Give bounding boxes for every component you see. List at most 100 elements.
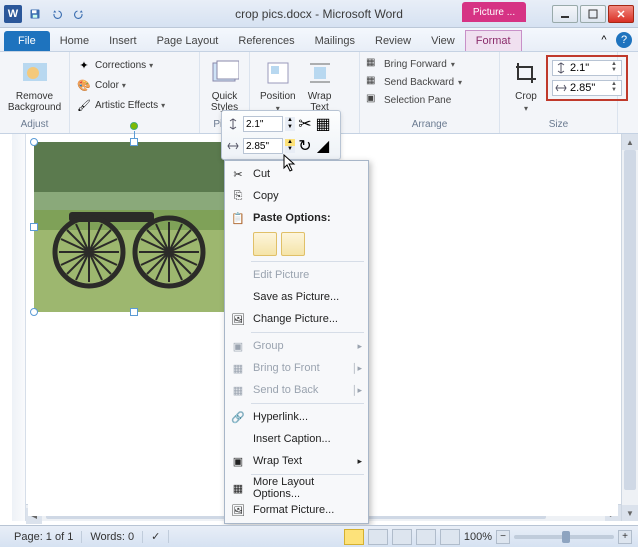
paste-icon: 📋 <box>229 209 247 227</box>
quick-styles-button[interactable]: Quick Styles <box>206 55 243 115</box>
ctx-edit-picture: Edit Picture <box>225 264 368 286</box>
group-icon: ▣ <box>229 337 247 355</box>
ribbon-tabs: File Home Insert Page Layout References … <box>0 28 638 52</box>
width-spinner[interactable]: ▲▼ <box>609 82 619 94</box>
save-icon[interactable] <box>26 5 44 23</box>
size-box: ▲▼ ▲▼ <box>546 55 628 101</box>
file-tab[interactable]: File <box>4 31 50 51</box>
height-input[interactable] <box>570 62 606 74</box>
handle-ml[interactable] <box>30 223 38 231</box>
ctx-group: ▣Group▸ <box>225 335 368 357</box>
ctx-wrap-text[interactable]: ▣Wrap Text▸ <box>225 450 368 472</box>
mini-width-icon <box>225 138 241 154</box>
ctx-more-layout[interactable]: ▦More Layout Options... <box>225 477 368 499</box>
mini-height-spinner[interactable]: ▲▼ <box>285 117 295 131</box>
mini-style-icon[interactable]: ◢ <box>315 138 331 154</box>
width-input[interactable] <box>570 82 606 94</box>
group-label-adjust: Adjust <box>0 119 69 130</box>
ctx-send-back: ▦Send to Back│▸ <box>225 379 368 401</box>
artistic-icon: 🖌 <box>76 97 92 113</box>
tab-insert[interactable]: Insert <box>99 31 147 51</box>
height-spinner[interactable]: ▲▼ <box>609 62 619 74</box>
ctx-hyperlink[interactable]: 🔗Hyperlink... <box>225 406 368 428</box>
ctx-format-picture[interactable]: 🖼Format Picture... <box>225 499 368 521</box>
bring-front-icon: ▦ <box>229 359 247 377</box>
view-full-screen[interactable] <box>368 529 388 545</box>
color-icon: 🎨 <box>76 77 92 93</box>
mini-height-icon <box>225 116 241 132</box>
tab-view[interactable]: View <box>421 31 465 51</box>
selected-picture[interactable] <box>34 142 234 312</box>
artistic-effects-button[interactable]: Artistic Effects <box>95 100 158 111</box>
crop-button[interactable]: Crop▾ <box>506 55 546 115</box>
zoom-slider[interactable] <box>514 535 614 539</box>
mini-toolbar: ▲▼ ✂ ▦ ▲▼ ↻ ◢ <box>221 110 341 160</box>
paste-option-2[interactable] <box>281 232 305 256</box>
tab-review[interactable]: Review <box>365 31 421 51</box>
group-label-arrange: Arrange <box>360 119 499 130</box>
bring-forward-button[interactable]: ▦Bring Forward▾ <box>366 55 493 73</box>
mini-width-spinner[interactable]: ▲▼ <box>285 139 295 153</box>
minimize-ribbon-icon[interactable]: ^ <box>596 32 612 48</box>
mini-height-input[interactable] <box>243 116 283 132</box>
mini-width-input[interactable] <box>243 138 283 154</box>
width-input-row[interactable]: ▲▼ <box>552 80 622 96</box>
vertical-ruler <box>12 134 26 521</box>
paste-option-1[interactable] <box>253 232 277 256</box>
handle-bm[interactable] <box>130 308 138 316</box>
ctx-copy[interactable]: ⎘Copy <box>225 185 368 207</box>
picture-tools-tab[interactable]: Picture ... <box>462 2 526 22</box>
maximize-button[interactable] <box>580 5 606 23</box>
ctx-insert-caption[interactable]: Insert Caption... <box>225 428 368 450</box>
zoom-in-button[interactable]: + <box>618 530 632 544</box>
tab-references[interactable]: References <box>228 31 304 51</box>
word-app-icon[interactable]: W <box>4 5 22 23</box>
zoom-label[interactable]: 100% <box>464 531 492 543</box>
cut-icon: ✂ <box>229 165 247 183</box>
ctx-paste-options: 📋Paste Options: <box>225 207 368 229</box>
send-back-icon: ▦ <box>229 381 247 399</box>
tab-page-layout[interactable]: Page Layout <box>147 31 229 51</box>
status-page[interactable]: Page: 1 of 1 <box>6 531 82 543</box>
height-icon <box>555 62 567 74</box>
height-input-row[interactable]: ▲▼ <box>552 60 622 76</box>
window-title: crop pics.docx - Microsoft Word <box>235 7 403 21</box>
handle-tm[interactable] <box>130 138 138 146</box>
status-words[interactable]: Words: 0 <box>82 531 143 543</box>
ctx-bring-front: ▦Bring to Front│▸ <box>225 357 368 379</box>
vertical-scrollbar[interactable]: ▲ ▼ <box>621 134 638 521</box>
corrections-button[interactable]: Corrections <box>95 60 146 71</box>
color-button[interactable]: Color <box>95 80 119 91</box>
handle-bl[interactable] <box>30 308 38 316</box>
help-icon[interactable]: ? <box>616 32 632 48</box>
close-button[interactable] <box>608 5 634 23</box>
mini-rotate-icon[interactable]: ↻ <box>297 138 313 154</box>
selection-pane-button[interactable]: ▣Selection Pane <box>366 91 493 109</box>
tab-home[interactable]: Home <box>50 31 99 51</box>
view-draft[interactable] <box>440 529 460 545</box>
status-proof-icon[interactable]: ✓ <box>143 530 169 543</box>
zoom-out-button[interactable]: − <box>496 530 510 544</box>
ctx-change-picture[interactable]: 🖼Change Picture... <box>225 308 368 330</box>
send-backward-button[interactable]: ▦Send Backward▾ <box>366 73 493 91</box>
group-label-size: Size <box>500 119 617 130</box>
redo-icon[interactable] <box>70 5 88 23</box>
mini-extra-icon[interactable]: ▦ <box>315 116 331 132</box>
mini-crop-icon[interactable]: ✂ <box>297 116 313 132</box>
context-menu: ✂Cut ⎘Copy 📋Paste Options: Edit Picture … <box>224 160 369 524</box>
corrections-icon: ✦ <box>76 57 92 73</box>
change-picture-icon: 🖼 <box>229 310 247 328</box>
view-web-layout[interactable] <box>392 529 412 545</box>
view-print-layout[interactable] <box>344 529 364 545</box>
ctx-save-as-picture[interactable]: Save as Picture... <box>225 286 368 308</box>
tab-mailings[interactable]: Mailings <box>305 31 365 51</box>
minimize-button[interactable] <box>552 5 578 23</box>
undo-icon[interactable] <box>48 5 66 23</box>
remove-background-button[interactable]: Remove Background <box>6 55 63 115</box>
layout-icon: ▦ <box>229 479 247 497</box>
handle-tl[interactable] <box>30 138 38 146</box>
tab-format[interactable]: Format <box>465 30 522 51</box>
ctx-cut[interactable]: ✂Cut <box>225 163 368 185</box>
view-outline[interactable] <box>416 529 436 545</box>
rotate-handle[interactable] <box>130 122 138 130</box>
